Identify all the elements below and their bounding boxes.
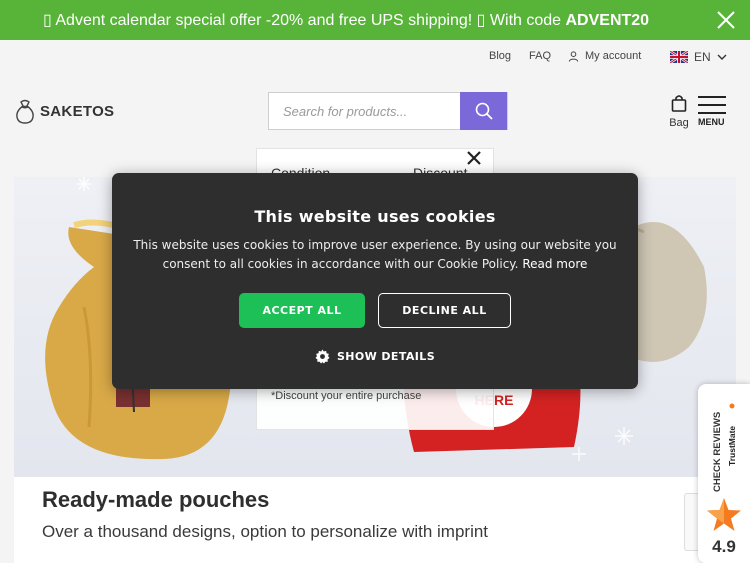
blog-link[interactable]: Blog	[489, 50, 511, 62]
trustmate-widget[interactable]: CHECK REVIEWS TrustMate 4.9	[698, 384, 750, 563]
search-button[interactable]	[460, 92, 507, 130]
rating-score: 4.9	[712, 537, 736, 556]
gear-icon	[315, 349, 330, 364]
read-more-link[interactable]: Read more	[522, 257, 587, 271]
promo-code: ADVENT20	[565, 12, 650, 29]
search-box	[268, 92, 508, 130]
hamburger-icon	[698, 96, 726, 98]
trust-widget-labels: CHECK REVIEWS TrustMate	[712, 403, 737, 492]
hamburger-icon-bar	[698, 112, 726, 114]
trustmate-logo-icon	[729, 403, 735, 409]
cookie-consent-modal: This website uses cookies This website u…	[112, 173, 638, 389]
menu-label: MENU	[698, 117, 725, 127]
bag-button[interactable]: Bag	[666, 94, 692, 129]
site-logo[interactable]: SAKETOS	[14, 98, 114, 124]
bag-label: Bag	[669, 117, 689, 129]
show-details-label: SHOW DETAILS	[336, 350, 436, 363]
star-icon	[707, 498, 741, 531]
faq-link[interactable]: FAQ	[529, 50, 551, 62]
hero-title: Ready-made pouches	[42, 487, 270, 512]
search-icon	[475, 102, 493, 120]
trustmate-brand: TrustMate	[727, 426, 737, 466]
utility-nav: Blog FAQ My account EN	[0, 40, 750, 74]
language-label: EN	[694, 50, 711, 64]
cookie-modal-text: This website uses cookies to improve use…	[128, 236, 622, 274]
shopping-bag-icon	[671, 95, 687, 112]
pouch-logo-icon	[16, 99, 34, 124]
menu-button[interactable]: MENU	[698, 96, 728, 127]
close-icon[interactable]	[714, 8, 738, 32]
show-details-button[interactable]: SHOW DETAILS	[112, 349, 638, 364]
my-account-link[interactable]: My account	[568, 50, 641, 62]
logo-text: SAKETOS	[40, 102, 115, 120]
accept-all-button[interactable]: ACCEPT ALL	[239, 293, 365, 328]
check-reviews-label: CHECK REVIEWS	[712, 412, 723, 492]
chevron-down-icon	[717, 54, 727, 60]
hamburger-icon-bar	[698, 104, 726, 106]
my-account-label: My account	[585, 50, 642, 62]
cookie-modal-title: This website uses cookies	[254, 207, 496, 226]
uk-flag-icon	[670, 51, 688, 63]
close-icon[interactable]	[465, 149, 483, 167]
hero-subtitle: Over a thousand designs, option to perso…	[42, 522, 489, 541]
search-input[interactable]	[269, 93, 461, 129]
discount-note: *Discount your entire purchase	[271, 390, 422, 402]
decline-all-button[interactable]: DECLINE ALL	[378, 293, 511, 328]
announcement-bar: ▯ Advent calendar special offer -20% and…	[0, 0, 750, 40]
site-header: SAKETOS Bag MENU	[0, 74, 750, 148]
language-selector[interactable]: EN	[670, 50, 727, 64]
announcement-text: ▯ Advent calendar special offer -20% and…	[43, 10, 649, 30]
announcement-message: ▯ Advent calendar special offer -20% and…	[43, 12, 566, 29]
user-icon	[568, 50, 579, 62]
